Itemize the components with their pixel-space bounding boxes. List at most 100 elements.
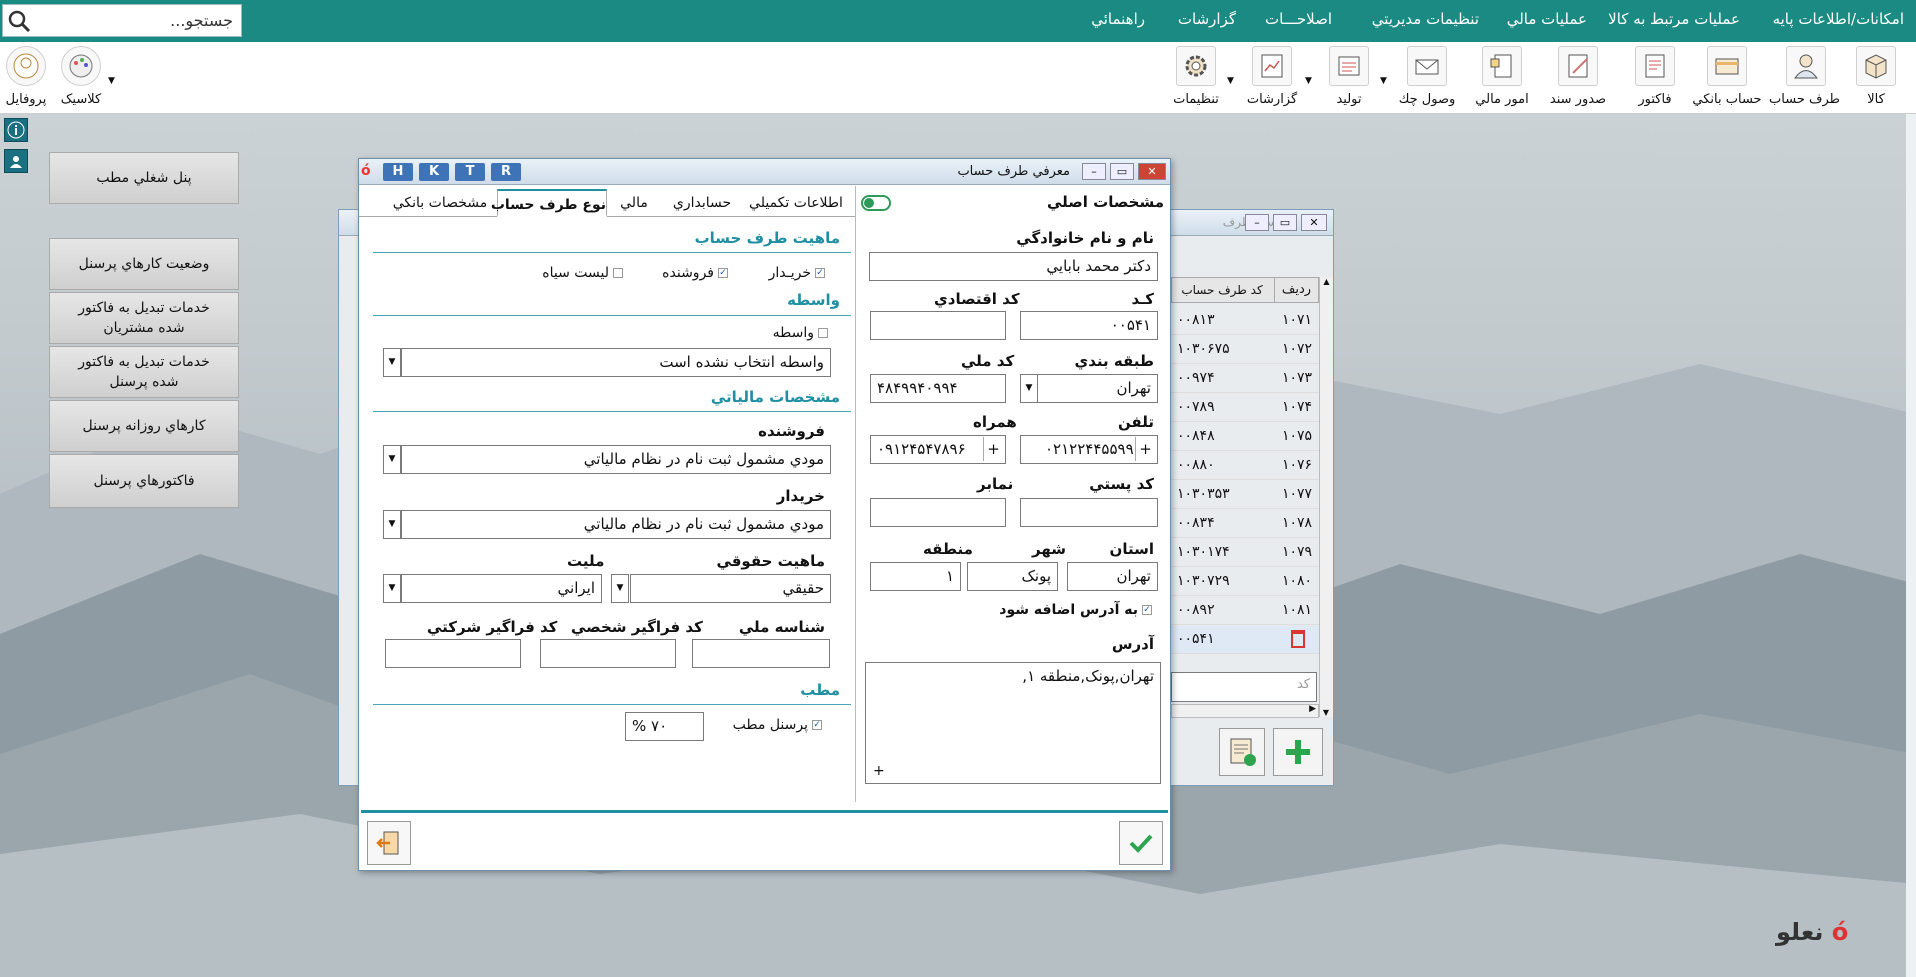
page-scrollbar[interactable] [1906, 114, 1916, 977]
hotkey-k-button[interactable]: K [419, 163, 449, 181]
column-header-code[interactable]: کد طرف حساب [1170, 278, 1274, 302]
toolbar-invoice-button[interactable]: فاکتور [1630, 46, 1680, 107]
fax-field[interactable] [870, 498, 1006, 527]
checkbox-icon[interactable] [613, 268, 623, 278]
table-row[interactable]: ۰۰۵۴۱ [1171, 626, 1319, 654]
user-card-icon[interactable] [4, 149, 28, 173]
province-field[interactable]: تهران [1067, 562, 1158, 591]
toolbar-settings-button[interactable]: تنظيمات [1168, 46, 1224, 107]
add-mobile-icon[interactable]: + [983, 437, 1003, 461]
checkbox-checked-icon[interactable]: ✓ [718, 268, 728, 278]
staff-work-status-button[interactable]: وضعيت کارهاي پرسنل [49, 238, 239, 290]
close-icon[interactable]: ✕ [1138, 163, 1166, 180]
clinic-job-panel-button[interactable]: پنل شغلي مطب [49, 152, 239, 204]
menu-admin-settings[interactable]: تنظيمات مديريتي [1372, 10, 1479, 28]
chevron-down-icon[interactable]: ▼ [1227, 76, 1234, 86]
info-icon[interactable] [4, 118, 28, 142]
tab-accounting[interactable]: حسابداري [662, 189, 742, 217]
broker-checkbox[interactable]: واسطه [773, 325, 828, 341]
chevron-down-icon[interactable]: ▼ [383, 445, 401, 474]
search-input[interactable]: جستجو... [2, 4, 242, 37]
toolbar-finance-button[interactable]: امور مالي [1474, 46, 1530, 107]
clinic-staff-checkbox[interactable]: ✓ پرسنل مطب [733, 717, 822, 733]
chevron-down-icon[interactable]: ▼ [108, 76, 115, 86]
exit-button[interactable] [367, 821, 411, 865]
menu-finance-ops[interactable]: عمليات مالي [1507, 10, 1587, 28]
tab-bank-info[interactable]: مشخصات بانکي [387, 189, 493, 217]
tab-financial[interactable]: مالي [609, 189, 659, 217]
toolbar-issue-doc-button[interactable]: صدور سند [1548, 46, 1608, 107]
chevron-down-icon[interactable]: ▼ [611, 574, 629, 603]
checkbox-checked-icon[interactable]: ✓ [1142, 605, 1152, 615]
delete-row-icon[interactable] [1291, 630, 1305, 648]
table-row[interactable]: ۱۰۷۹ ۱۰۳۰۱۷۴ [1171, 539, 1319, 567]
broker-select[interactable]: واسطه انتخاب نشده است [401, 348, 831, 377]
scroll-up-icon[interactable]: ▲ [1320, 277, 1333, 286]
tab-account-type[interactable]: نوع طرف حساب [491, 189, 607, 217]
tab-extra-info[interactable]: اطلاعات تکميلي [744, 189, 848, 217]
toolbar-production-button[interactable]: توليد [1324, 46, 1374, 107]
column-header-row[interactable]: رديف [1274, 278, 1318, 302]
toolbar-reports-button[interactable]: گزارشات [1244, 46, 1300, 107]
seller-checkbox[interactable]: ✓ فروشنده [662, 265, 728, 281]
tax-buyer-select[interactable]: مودي مشمول ثبت نام در نظام مالياتي [401, 510, 831, 539]
hotkey-h-button[interactable]: H [383, 163, 413, 181]
national-id-field[interactable] [692, 639, 830, 668]
toolbar-goods-button[interactable]: کالا [1852, 46, 1900, 107]
menu-reports[interactable]: گزارشات [1178, 10, 1236, 28]
export-list-button[interactable] [1219, 728, 1265, 776]
staff-daily-work-button[interactable]: کارهاي روزانه پرسنل [49, 400, 239, 452]
checkbox-icon[interactable] [818, 328, 828, 338]
staff-invoiced-services-button[interactable]: خدمات تبديل به فاکتور شده پرسنل [49, 346, 239, 398]
list-vertical-scrollbar[interactable]: ▲ ▼ [1319, 277, 1333, 717]
minimize-icon[interactable]: – [1245, 214, 1269, 231]
economic-code-field[interactable] [870, 311, 1006, 340]
main-info-toggle[interactable] [861, 195, 891, 211]
table-row[interactable]: ۱۰۷۱ ۰۰۸۱۳ [1171, 307, 1319, 335]
nationality-select[interactable]: ايراني [401, 574, 602, 603]
company-code-field[interactable] [385, 639, 521, 668]
maximize-icon[interactable]: ▭ [1110, 163, 1134, 180]
chevron-down-icon[interactable]: ▼ [383, 510, 401, 539]
minimize-icon[interactable]: – [1082, 163, 1106, 180]
name-field[interactable]: دکتر محمد بابايي [869, 252, 1158, 281]
checkbox-checked-icon[interactable]: ✓ [815, 268, 825, 278]
toolbar-account-party-button[interactable]: طرف حساب [1769, 46, 1840, 107]
chevron-down-icon[interactable]: ▼ [383, 574, 401, 603]
table-row[interactable]: ۱۰۷۲ ۱۰۳۰۶۷۵ [1171, 336, 1319, 364]
clinic-percent-field[interactable]: % ۷۰ [625, 712, 704, 741]
search-icon[interactable] [7, 9, 31, 33]
menu-basic-info[interactable]: امکانات/اطلاعات پايه [1773, 10, 1904, 28]
code-field[interactable]: ۰۰۵۴۱ [1020, 311, 1158, 340]
buyer-checkbox[interactable]: ✓ خريـدار [769, 265, 825, 281]
blacklist-checkbox[interactable]: ليست سياه [542, 265, 623, 281]
postal-code-field[interactable] [1020, 498, 1158, 527]
chevron-down-icon[interactable]: ▼ [383, 348, 401, 377]
table-row[interactable]: ۱۰۷۸ ۰۰۸۳۴ [1171, 510, 1319, 538]
menu-goods-ops[interactable]: عمليات مرتبط به کالا [1608, 10, 1740, 28]
toolbar-classic-button[interactable]: کلاسيک [56, 46, 106, 107]
table-row[interactable]: ۱۰۸۱ ۰۰۸۹۲ [1171, 597, 1319, 625]
toolbar-bank-account-button[interactable]: حساب بانکي [1690, 46, 1764, 107]
toolbar-cheque-button[interactable]: وصول چك [1398, 46, 1456, 107]
classification-select[interactable]: تهران [1037, 374, 1158, 403]
personal-code-field[interactable] [540, 639, 676, 668]
national-code-field[interactable]: ۴۸۴۹۹۴۰۹۹۴ [870, 374, 1006, 403]
table-row[interactable]: ۱۰۷۶ ۰۰۸۸۰ [1171, 452, 1319, 480]
chevron-down-icon[interactable]: ▼ [1380, 76, 1387, 86]
hotkey-r-button[interactable]: R [491, 163, 521, 181]
scroll-down-icon[interactable]: ▼ [1320, 708, 1332, 717]
hotkey-t-button[interactable]: T [455, 163, 485, 181]
confirm-button[interactable] [1119, 821, 1163, 865]
tax-seller-select[interactable]: مودي مشمول ثبت نام در نظام مالياتي [401, 445, 831, 474]
city-field[interactable]: پونک [967, 562, 1058, 591]
table-row[interactable]: ۱۰۷۴ ۰۰۷۸۹ [1171, 394, 1319, 422]
chevron-down-icon[interactable]: ▼ [1305, 76, 1312, 86]
legal-nature-select[interactable]: حقيقي [630, 574, 831, 603]
chevron-down-icon[interactable]: ▼ [1020, 374, 1038, 403]
close-icon[interactable]: ✕ [1301, 214, 1327, 231]
customer-invoiced-services-button[interactable]: خدمات تبديل به فاکتور شده مشتريان [49, 292, 239, 344]
scroll-right-icon[interactable]: ▶ [1309, 704, 1316, 714]
checkbox-checked-icon[interactable]: ✓ [812, 720, 822, 730]
menu-corrections[interactable]: اصلاحـــات [1265, 10, 1332, 28]
